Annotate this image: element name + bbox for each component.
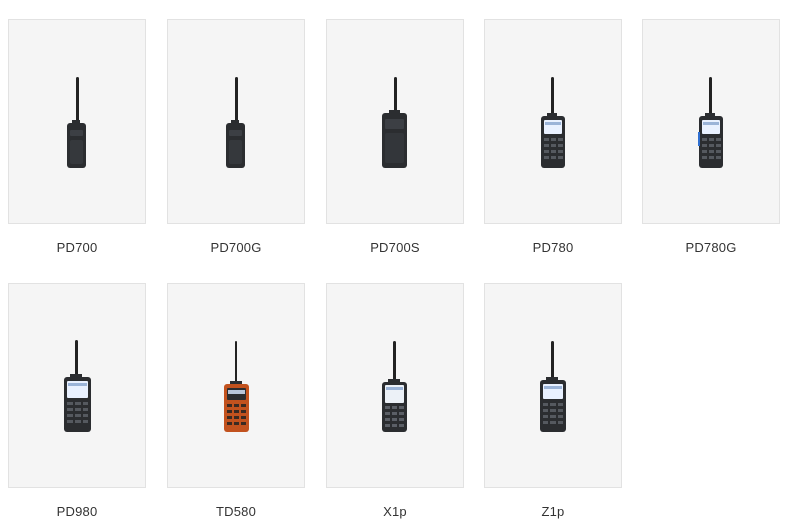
product-name[interactable]: PD780G	[642, 240, 780, 255]
product-name[interactable]: PD700	[8, 240, 146, 255]
product-name[interactable]: PD780	[484, 240, 622, 255]
radio-orange-keypad-icon	[224, 341, 249, 432]
product-image[interactable]	[484, 283, 622, 488]
radio-keypad-icon	[541, 77, 565, 168]
product-image[interactable]	[167, 283, 305, 488]
product-image[interactable]	[8, 283, 146, 488]
product-name[interactable]: PD980	[8, 504, 146, 519]
product-grid: PD700 PD700G PD700S PD780 PD780G PD980 T…	[0, 0, 790, 530]
radio-slim-keypad-icon	[382, 341, 407, 432]
product-image[interactable]	[8, 19, 146, 224]
product-name[interactable]: X1p	[326, 504, 464, 519]
radio-keypad-large-screen-icon	[64, 340, 91, 432]
product-image[interactable]	[326, 19, 464, 224]
product-name[interactable]: Z1p	[484, 504, 622, 519]
product-image[interactable]	[326, 283, 464, 488]
radio-slim-icon	[382, 77, 407, 168]
product-image[interactable]	[484, 19, 622, 224]
radio-compact-keypad-icon	[540, 341, 566, 432]
product-image[interactable]	[167, 19, 305, 224]
radio-keypadless-icon	[67, 77, 86, 168]
radio-keypad-blue-icon	[698, 77, 723, 168]
product-name[interactable]: TD580	[167, 504, 305, 519]
radio-keypadless-icon	[226, 77, 245, 168]
product-name[interactable]: PD700G	[167, 240, 305, 255]
product-name[interactable]: PD700S	[326, 240, 464, 255]
product-image[interactable]	[642, 19, 780, 224]
